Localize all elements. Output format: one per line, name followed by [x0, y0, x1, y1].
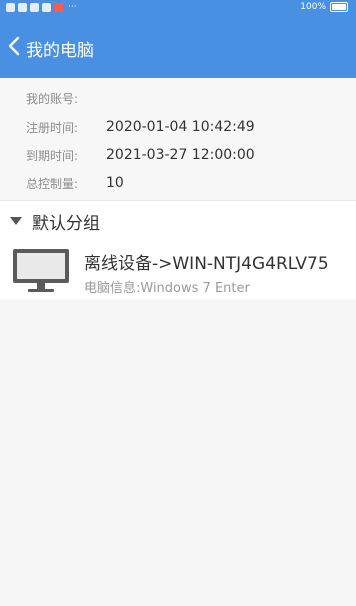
device-row[interactable]: 离线设备->WIN-NTJ4G4RLV75 电脑信息:Windows 7 Ent… — [0, 241, 356, 299]
monitor-icon — [13, 249, 69, 292]
status-bar: ··· 100% — [0, 0, 356, 16]
register-time-row: 注册时间: 2020-01-04 10:42:49 — [26, 115, 255, 139]
back-button[interactable] — [0, 28, 28, 64]
battery-icon — [330, 2, 348, 12]
notification-icon — [18, 3, 27, 12]
triangle-down-icon — [10, 217, 22, 225]
notification-icon — [30, 3, 39, 12]
register-time-label: 注册时间: — [26, 120, 79, 135]
notification-icon — [42, 3, 51, 12]
register-time-value: 2020-01-04 10:42:49 — [106, 119, 255, 135]
control-count-row: 总控制量: 10 — [26, 171, 124, 195]
back-arrow-icon — [8, 36, 20, 56]
status-more-dots: ··· — [68, 2, 77, 12]
expire-time-row: 到期时间: 2021-03-27 12:00:00 — [26, 143, 255, 167]
expire-time-value: 2021-03-27 12:00:00 — [106, 147, 255, 163]
notification-icon — [54, 3, 63, 12]
group-label: 默认分组 — [32, 213, 100, 234]
nav-bar: 我的电脑 — [0, 16, 356, 78]
page-title: 我的电脑 — [26, 41, 94, 61]
notification-icon — [6, 3, 15, 12]
device-title: 离线设备->WIN-NTJ4G4RLV75 — [84, 254, 329, 274]
device-info: 电脑信息:Windows 7 Enter — [84, 281, 250, 296]
account-info-panel: 我的账号: 注册时间: 2020-01-04 10:42:49 到期时间: 20… — [0, 78, 356, 200]
account-row: 我的账号: — [26, 86, 106, 110]
account-label: 我的账号: — [26, 91, 79, 106]
control-count-label: 总控制量: — [26, 176, 79, 191]
empty-list-area — [0, 299, 356, 606]
control-count-value: 10 — [106, 175, 124, 191]
status-right: 100% — [300, 2, 348, 12]
group-header-default[interactable]: 默认分组 — [0, 201, 356, 241]
battery-percent: 100% — [300, 2, 326, 12]
expire-time-label: 到期时间: — [26, 148, 79, 163]
status-icons: ··· — [6, 3, 77, 12]
